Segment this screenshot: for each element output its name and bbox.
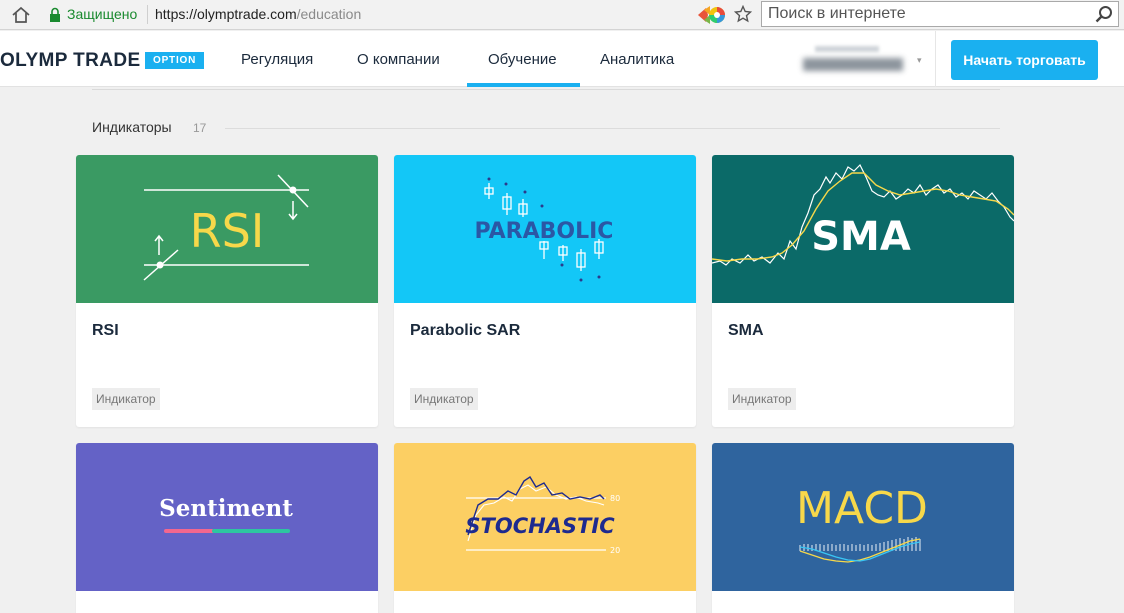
chevron-down-icon[interactable]: ▾ xyxy=(917,55,922,66)
macd-illustration-text: MACD xyxy=(796,483,928,534)
section-title: Индикаторы xyxy=(92,119,172,135)
start-trading-button[interactable]: Начать торговать xyxy=(951,40,1098,80)
sentiment-illustration: Sentiment xyxy=(76,443,378,591)
card-title: Parabolic SAR xyxy=(410,322,521,339)
site-header: OLYMP TRADE OPTION Регуляция О компании … xyxy=(0,31,1124,87)
lock-icon xyxy=(50,7,60,22)
browser-search-box xyxy=(761,1,1119,27)
divider xyxy=(92,89,1000,90)
card-parabolic-sar[interactable]: PARABOLIC Parabolic SAR Индикатор xyxy=(394,155,696,427)
card-sma[interactable]: SMA SMA Индикатор xyxy=(712,155,1014,427)
secure-label: Защищено xyxy=(67,6,138,22)
stochastic-label-20: 20 xyxy=(610,546,620,555)
stochastic-illustration-text: STOCHASTIC xyxy=(465,514,615,538)
account-balance[interactable] xyxy=(785,36,920,82)
home-icon[interactable] xyxy=(10,5,32,25)
search-icon[interactable] xyxy=(1095,5,1113,23)
extension-icon[interactable] xyxy=(696,4,728,26)
section-count: 17 xyxy=(193,121,207,135)
nav-active-indicator xyxy=(467,83,580,87)
rsi-illustration: RSI xyxy=(76,155,378,303)
sentiment-illustration-text: Sentiment xyxy=(159,495,293,522)
bookmark-star-icon[interactable] xyxy=(734,5,752,23)
card-tag: Индикатор xyxy=(728,388,796,410)
card-tag: Индикатор xyxy=(410,388,478,410)
nav-education[interactable]: Обучение xyxy=(488,51,557,68)
sma-illustration-text: SMA xyxy=(811,214,911,260)
parabolic-illustration-text: PARABOLIC xyxy=(475,219,614,244)
url-host: https://olymptrade.com xyxy=(155,6,297,22)
browser-toolbar: Защищено https://olymptrade.com/educatio… xyxy=(0,0,1124,30)
card-sentiment[interactable]: Sentiment xyxy=(76,443,378,613)
card-stochastic[interactable]: STOCHASTIC 80 20 xyxy=(394,443,696,613)
card-macd[interactable]: MACD xyxy=(712,443,1014,613)
url-path: /education xyxy=(296,6,362,22)
nav-analytics[interactable]: Аналитика xyxy=(600,51,674,68)
card-rsi[interactable]: RSI RSI Индикатор xyxy=(76,155,378,427)
macd-illustration: MACD xyxy=(712,443,1014,591)
stochastic-label-80: 80 xyxy=(610,494,620,503)
stochastic-illustration: STOCHASTIC 80 20 xyxy=(394,443,696,591)
card-tag: Индикатор xyxy=(92,388,160,410)
option-badge: OPTION xyxy=(145,52,205,69)
rsi-illustration-text: RSI xyxy=(190,204,265,258)
card-title: SMA xyxy=(728,322,764,339)
browser-search-input[interactable] xyxy=(762,2,1082,26)
sma-illustration: SMA xyxy=(712,155,1014,303)
parabolic-illustration: PARABOLIC xyxy=(394,155,696,303)
address-bar[interactable]: https://olymptrade.com/education xyxy=(155,6,361,22)
nav-regulation[interactable]: Регуляция xyxy=(241,51,313,68)
address-divider xyxy=(147,5,148,24)
header-divider xyxy=(935,31,936,87)
logo[interactable]: OLYMP TRADE xyxy=(0,50,141,72)
nav-about[interactable]: О компании xyxy=(357,51,440,68)
section-divider xyxy=(225,128,1000,129)
card-title: RSI xyxy=(92,322,119,339)
